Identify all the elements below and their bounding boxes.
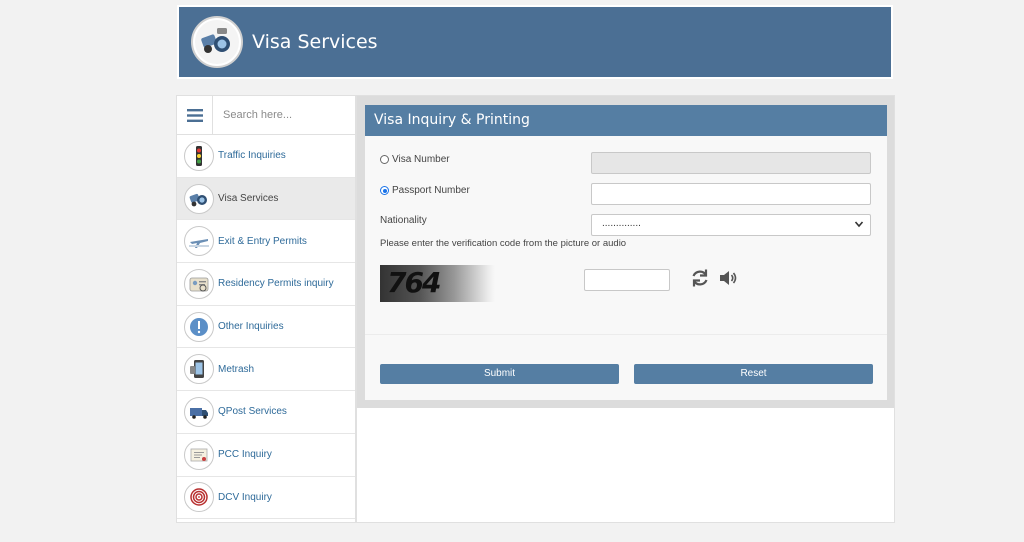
info-exclamation-icon bbox=[184, 311, 214, 342]
visa-number-field bbox=[591, 152, 871, 174]
refresh-icon[interactable] bbox=[689, 267, 711, 289]
sidebar-item-label: Traffic Inquiries bbox=[218, 150, 286, 162]
verification-instruction: Please enter the verification code from … bbox=[380, 238, 627, 249]
visa-number-radio[interactable] bbox=[380, 155, 389, 164]
visa-number-label: Visa Number bbox=[392, 154, 450, 165]
delivery-truck-icon bbox=[184, 396, 214, 427]
sidebar-search-row bbox=[177, 96, 355, 135]
sidebar-item-label: Other Inquiries bbox=[218, 321, 284, 333]
airplane-icon bbox=[184, 226, 214, 257]
panel-title: Visa Inquiry & Printing bbox=[365, 105, 887, 136]
id-card-icon bbox=[184, 268, 214, 299]
hamburger-icon bbox=[186, 108, 203, 122]
sidebar-item-label: QPost Services bbox=[218, 406, 287, 418]
sidebar-item-exit-entry-permits[interactable]: Exit & Entry Permits bbox=[177, 220, 355, 264]
sidebar-item-label: PCC Inquiry bbox=[218, 449, 272, 461]
page-title: Visa Services bbox=[252, 31, 378, 53]
sidebar-item-pcc-inquiry[interactable]: PCC Inquiry bbox=[177, 434, 355, 477]
visa-inquiry-form: Visa Number Passport Number Nationality … bbox=[365, 136, 887, 400]
mobile-phone-icon bbox=[184, 354, 214, 385]
visa-inquiry-panel: Visa Inquiry & Printing Visa Number Pass… bbox=[357, 96, 894, 408]
sidebar-item-label: DCV Inquiry bbox=[218, 491, 272, 503]
captcha-code: 764 bbox=[387, 266, 441, 299]
form-divider bbox=[365, 334, 887, 335]
site-header: Visa Services bbox=[177, 5, 893, 79]
nationality-select[interactable]: .............. bbox=[591, 214, 871, 236]
sidebar-item-label: Metrash bbox=[218, 363, 255, 375]
submit-button[interactable]: Submit bbox=[380, 364, 619, 384]
hamburger-menu-button[interactable] bbox=[177, 96, 213, 134]
fingerprint-icon bbox=[184, 482, 214, 513]
visa-number-option[interactable]: Visa Number bbox=[380, 154, 450, 165]
chevron-down-icon bbox=[854, 221, 864, 228]
sidebar-item-label: Residency Permits inquiry bbox=[218, 278, 334, 290]
certificate-icon bbox=[184, 439, 214, 470]
sidebar-item-traffic-inquiries[interactable]: Traffic Inquiries bbox=[177, 135, 355, 178]
search-input[interactable] bbox=[221, 108, 355, 122]
nationality-label: Nationality bbox=[380, 215, 427, 226]
passport-number-label: Passport Number bbox=[392, 185, 470, 196]
sidebar-item-qpost-services[interactable]: QPost Services bbox=[177, 391, 355, 434]
sidebar: Traffic Inquiries Visa Services Exit & E… bbox=[176, 95, 356, 523]
audio-speaker-icon[interactable] bbox=[717, 267, 739, 289]
sidebar-item-metrash[interactable]: Metrash bbox=[177, 348, 355, 392]
sidebar-item-other-inquiries[interactable]: Other Inquiries bbox=[177, 306, 355, 349]
main-content: Visa Inquiry & Printing Visa Number Pass… bbox=[356, 95, 895, 523]
reset-button[interactable]: Reset bbox=[634, 364, 873, 384]
sidebar-item-visa-services[interactable]: Visa Services bbox=[177, 177, 355, 221]
passport-number-field[interactable] bbox=[591, 183, 871, 205]
visa-services-icon bbox=[184, 183, 214, 214]
passport-number-option[interactable]: Passport Number bbox=[380, 185, 470, 196]
sidebar-item-residency-permits-inquiry[interactable]: Residency Permits inquiry bbox=[177, 263, 355, 306]
captcha-input[interactable] bbox=[584, 269, 670, 291]
nationality-selected-value: .............. bbox=[602, 218, 641, 229]
passport-number-radio[interactable] bbox=[380, 186, 389, 195]
sidebar-item-label: Exit & Entry Permits bbox=[218, 235, 307, 247]
sidebar-item-label: Visa Services bbox=[218, 193, 279, 205]
visa-services-logo-icon bbox=[191, 16, 243, 68]
captcha-image: 764 bbox=[380, 265, 495, 302]
traffic-light-icon bbox=[184, 140, 214, 171]
sidebar-item-dcv-inquiry[interactable]: DCV Inquiry bbox=[177, 477, 355, 520]
